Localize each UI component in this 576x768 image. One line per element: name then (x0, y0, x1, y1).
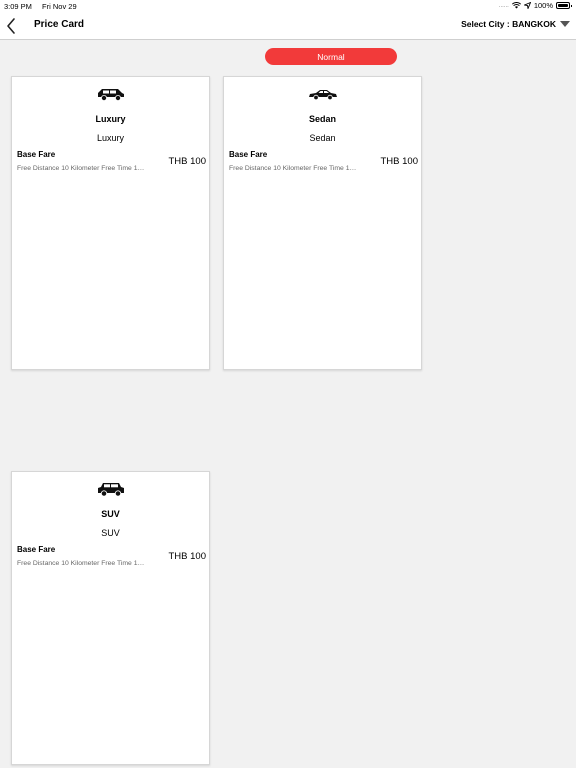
fare-description: Free Distance 10 Kilometer Free Time 10 … (17, 560, 147, 567)
card-subtitle: Sedan (309, 133, 336, 143)
base-fare-label: Base Fare (17, 150, 56, 159)
back-button[interactable] (4, 16, 20, 36)
suv-car-icon (98, 483, 124, 497)
battery-percent: 100% (533, 1, 553, 10)
card-title: Luxury (95, 114, 126, 124)
page-title: Price Card (34, 19, 85, 30)
status-left: 3:09 PM Fri Nov 29 (4, 2, 77, 11)
status-right: ...... 100% (498, 1, 572, 10)
chevron-down-icon (560, 21, 570, 27)
base-fare-price: THB 100 (168, 156, 207, 167)
status-date: Fri Nov 29 (42, 2, 77, 11)
base-fare-label: Base Fare (17, 545, 56, 554)
status-time: 3:09 PM (4, 2, 32, 11)
card-subtitle: Luxury (96, 133, 124, 143)
location-arrow-icon (523, 2, 531, 9)
vehicle-card-suv[interactable]: SUV SUV Base Fare THB 100 Free Distance … (11, 471, 210, 765)
fare-description: Free Distance 10 Kilometer Free Time 10 … (229, 165, 359, 172)
base-fare-price: THB 100 (168, 551, 207, 562)
base-fare-price: THB 100 (380, 156, 419, 167)
wifi-icon (511, 2, 521, 9)
card-title: SUV (101, 509, 120, 519)
vehicle-card-sedan[interactable]: Sedan Sedan Base Fare THB 100 Free Dista… (223, 76, 422, 370)
city-selector-label: Select City : BANGKOK (461, 19, 556, 29)
base-fare-label: Base Fare (229, 150, 268, 159)
card-title: Sedan (308, 114, 336, 124)
sedan-car-icon (309, 90, 337, 101)
chevron-left-icon (7, 18, 15, 34)
nav-bar: Price Card Select City : BANGKOK (0, 12, 576, 40)
fare-description: Free Distance 10 Kilometer Free Time 10 … (17, 165, 147, 172)
tab-normal[interactable]: Normal (265, 48, 397, 65)
city-selector[interactable]: Select City : BANGKOK (461, 19, 570, 29)
luxury-car-icon (98, 89, 124, 101)
card-subtitle: SUV (101, 528, 120, 538)
cellular-signal: ...... (498, 2, 509, 9)
battery-icon (556, 2, 572, 9)
status-bar: 3:09 PM Fri Nov 29 ...... 100% (0, 0, 576, 12)
vehicle-card-luxury[interactable]: Luxury Luxury Base Fare THB 100 Free Dis… (11, 76, 210, 370)
